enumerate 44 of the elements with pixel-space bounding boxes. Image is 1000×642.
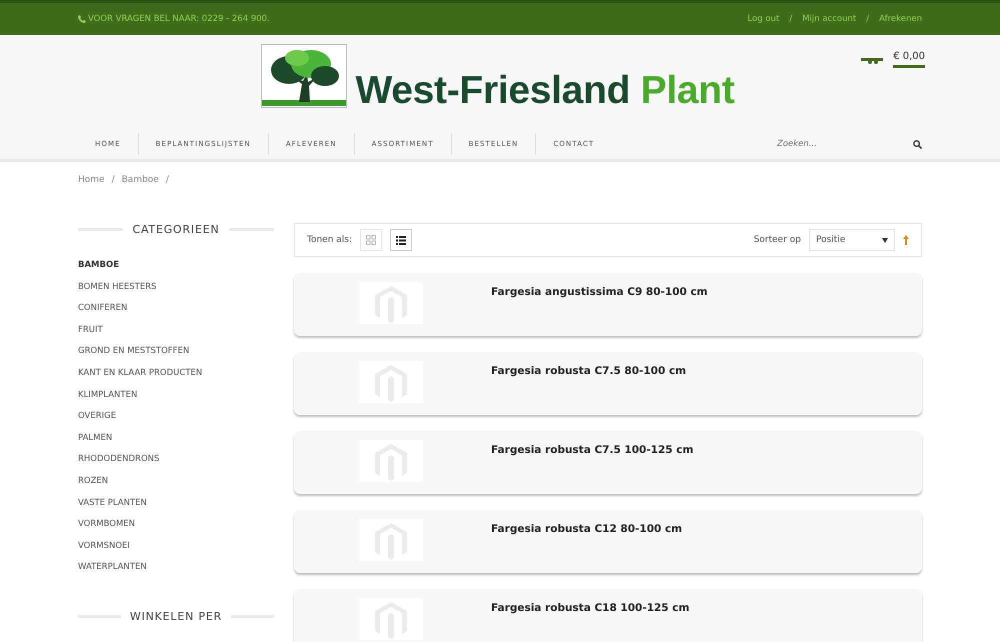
category-link[interactable]: WATERPLANTEN	[78, 562, 274, 584]
search-icon[interactable]	[913, 140, 922, 148]
separator: /	[112, 175, 115, 185]
product-name-link[interactable]: Fargesia robusta C18 100-125 cm	[491, 602, 690, 614]
list-view-button[interactable]	[390, 229, 412, 251]
category-link[interactable]: CONIFEREN	[78, 303, 274, 325]
caret-icon	[882, 238, 888, 242]
category-link[interactable]: PALMEN	[78, 432, 274, 454]
category-link[interactable]: VORMSNOEI	[78, 540, 274, 562]
cart-total-link[interactable]: € 0,00	[893, 51, 925, 68]
tree-logo-icon	[261, 44, 348, 108]
product-name-link[interactable]: Fargesia robusta C12 80-100 cm	[491, 523, 682, 535]
phone-icon	[78, 15, 86, 23]
cart-icon	[861, 56, 884, 64]
category-link[interactable]: RHODODENDRONS	[78, 454, 274, 476]
sort-dropdown[interactable]: Positie	[809, 229, 895, 251]
product-name-link[interactable]: Fargesia robusta C7.5 100-125 cm	[491, 444, 694, 456]
separator: /	[789, 14, 792, 24]
product-name-link[interactable]: Fargesia angustissima C9 80-100 cm	[491, 286, 708, 298]
logo-text: West-Friesland Plant	[355, 71, 735, 110]
breadcrumb-link[interactable]: Home	[78, 175, 105, 185]
category-link[interactable]: BAMBOE	[78, 260, 274, 282]
view-label: Tonen als:	[307, 235, 352, 245]
category-link[interactable]: FRUIT	[78, 324, 274, 346]
list-icon	[396, 236, 406, 244]
grid-icon	[366, 235, 376, 245]
separator: /	[866, 14, 870, 24]
sidebar-heading: CATEGORIEEN	[132, 223, 220, 236]
category-link[interactable]: BOMEN HEESTERS	[78, 282, 274, 304]
category-link[interactable]: OVERIGE	[78, 411, 274, 433]
breadcrumb-link[interactable]: Bamboe	[122, 175, 159, 185]
category-link[interactable]: GROND EN MESTSTOFFEN	[78, 346, 274, 368]
separator: /	[166, 175, 169, 185]
sidebar-heading: WINKELEN PER	[130, 610, 222, 623]
search-field[interactable]: Zoeken...	[777, 139, 887, 149]
sort-direction-arrow-icon[interactable]	[903, 235, 909, 245]
category-link[interactable]: VASTE PLANTEN	[78, 498, 274, 520]
category-link[interactable]: ROZEN	[78, 476, 274, 498]
product-name-link[interactable]: Fargesia robusta C7.5 80-100 cm	[491, 365, 686, 377]
category-link[interactable]: VORMBOMEN	[78, 519, 274, 541]
category-link[interactable]: KANT EN KLAAR PRODUCTEN	[78, 368, 274, 390]
sort-label: Sorteer op	[754, 235, 801, 245]
phone-text: VOOR VRAGEN BEL NAAR: 0229 - 264 900.	[78, 14, 270, 24]
category-link[interactable]: KLIMPLANTEN	[78, 390, 274, 412]
